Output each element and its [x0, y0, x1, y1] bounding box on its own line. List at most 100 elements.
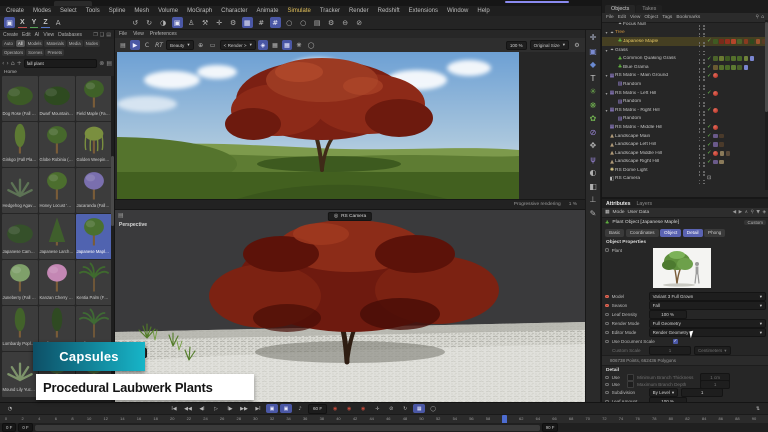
field-icon[interactable]: ✥: [590, 141, 597, 150]
keyframe-dot[interactable]: [605, 340, 609, 344]
material-tag[interactable]: [720, 151, 725, 156]
filter-icon[interactable]: ▼: [756, 210, 760, 215]
add-icon[interactable]: +: [17, 60, 22, 67]
filter-icon[interactable]: ❋: [294, 40, 304, 50]
tree-row-grass[interactable]: ▾⌖Grass: [602, 46, 765, 55]
visibility-dots[interactable]: [699, 25, 701, 27]
grid-icon[interactable]: ▦: [270, 40, 280, 50]
keyframe-dot[interactable]: [605, 331, 609, 335]
back-icon[interactable]: ◀: [733, 210, 737, 215]
visibility-dots[interactable]: [699, 154, 701, 156]
prev-key-button[interactable]: ◀◀: [182, 404, 194, 413]
sound-toggle[interactable]: ♪: [294, 404, 306, 413]
material-tag[interactable]: [719, 65, 724, 70]
browser-layout-icon-0[interactable]: ❐: [93, 32, 97, 38]
current-frame-field[interactable]: 60 F: [308, 404, 327, 414]
asset-tile-field-maple-fall-plant[interactable]: Field Maple (Fall Plant): [76, 76, 112, 121]
menu-tools[interactable]: Tools: [86, 8, 100, 14]
grid-snap-icon[interactable]: ▦: [282, 40, 292, 50]
tree-row-tree[interactable]: ▾⌖Tree: [602, 29, 765, 38]
refresh-icon[interactable]: C: [142, 40, 152, 50]
enabled-check-icon[interactable]: ✓: [707, 56, 712, 62]
next-key-button[interactable]: ▶▶: [238, 404, 250, 413]
asset-tile-globe-robinia-fall-pl[interactable]: Globe Robinia (Fall Pl...: [39, 122, 75, 167]
toolbar-icon-12[interactable]: ○: [298, 17, 309, 28]
mograph-fracture-icon[interactable]: ❋: [590, 101, 597, 110]
autokey-button[interactable]: ◉: [343, 404, 355, 413]
search-icon[interactable]: ⚲: [751, 210, 754, 215]
filter-tab-materials[interactable]: Materials: [44, 40, 65, 47]
tab-attributes[interactable]: Attributes: [606, 201, 631, 207]
frame-icon[interactable]: ▣: [589, 47, 597, 56]
visibility-dots[interactable]: [699, 42, 701, 44]
lock-icon[interactable]: ◈: [762, 210, 766, 215]
material-tag[interactable]: [737, 39, 742, 44]
visibility-dots[interactable]: [699, 111, 701, 113]
visibility-dots[interactable]: [699, 76, 701, 78]
material-tag[interactable]: [713, 56, 718, 61]
toolbar-icon-8[interactable]: ▦: [242, 17, 253, 28]
material-tag[interactable]: [726, 151, 731, 156]
filter-tab-auto[interactable]: Auto: [2, 40, 15, 47]
keyframe-dot[interactable]: [605, 391, 609, 395]
menu-mograph[interactable]: MoGraph: [187, 8, 212, 14]
menu-render[interactable]: Render: [349, 8, 369, 14]
enabled-check-icon[interactable]: ✓: [707, 90, 712, 96]
record-point-button[interactable]: ◯: [427, 404, 439, 413]
visibility-dots[interactable]: [699, 145, 701, 147]
enabled-check-icon[interactable]: ✓: [707, 150, 712, 156]
material-tag[interactable]: [744, 39, 749, 44]
menu-help[interactable]: Help: [477, 8, 489, 14]
menu-create[interactable]: Create: [6, 8, 24, 14]
browser-menu-edit[interactable]: Edit: [22, 32, 31, 38]
material-tag[interactable]: [750, 39, 755, 44]
keyframe-dot[interactable]: [605, 295, 609, 299]
visibility-dots[interactable]: [703, 119, 705, 121]
material-tag[interactable]: [725, 39, 730, 44]
redshift-tag-icon[interactable]: [713, 108, 718, 113]
enabled-check-icon[interactable]: ✓: [707, 124, 712, 130]
custom-button[interactable]: Custom: [744, 220, 766, 225]
visibility-dots[interactable]: [699, 137, 701, 139]
section-tab-object[interactable]: Object: [660, 229, 681, 237]
axis-y-toggle[interactable]: Y: [30, 18, 39, 28]
asset-tile-dwarf-mountain-pine[interactable]: Dwarf Mountain Pine (...: [39, 76, 75, 121]
home-icon[interactable]: ⌂: [11, 60, 15, 67]
axis-system-icon[interactable]: A: [53, 17, 64, 28]
asset-tile-juneberry-fall-plant[interactable]: Juneberry (Fall Plant): [2, 260, 38, 305]
up-icon[interactable]: ∧: [745, 210, 748, 215]
browser-menu-create[interactable]: Create: [3, 32, 18, 38]
editor-mode-dropdown[interactable]: Render Geometry▾: [649, 328, 766, 337]
menu-spline[interactable]: Spline: [109, 8, 126, 14]
material-tag[interactable]: [713, 142, 718, 147]
browser-menu-view[interactable]: View: [43, 32, 54, 38]
material-tag[interactable]: [713, 65, 718, 70]
record-param-button[interactable]: ▦: [413, 404, 425, 413]
filter-tab-presets[interactable]: Presets: [45, 49, 64, 56]
gear-icon[interactable]: ⚙: [572, 40, 582, 50]
filter-tab-operators[interactable]: Operators: [2, 49, 25, 56]
pen-icon[interactable]: ✎: [590, 209, 597, 218]
asset-tile-kanzan-cherry-fall-pl[interactable]: Kanzan Cherry (Fall Pl...: [39, 260, 75, 305]
range-start-field[interactable]: 0 F: [2, 423, 16, 432]
asset-tile-kentia-palm-fall-plant[interactable]: Kentia Palm (Fall Plant): [76, 260, 112, 305]
season-dropdown[interactable]: Fall▾: [649, 301, 766, 310]
mograph-effector-icon[interactable]: ✿: [590, 114, 597, 123]
toolbar-icon-14[interactable]: ⚙: [326, 17, 337, 28]
crop-icon[interactable]: ▭: [208, 40, 218, 50]
toolbar-icon-6[interactable]: ✛: [214, 17, 225, 28]
zoom-level-field[interactable]: 100 %: [506, 41, 527, 50]
section-tab-detail[interactable]: Detail: [683, 229, 703, 237]
tree-row-random[interactable]: ▨Random: [602, 80, 765, 89]
toolbar-icon-15[interactable]: ⊖: [340, 17, 351, 28]
prev-frame-button[interactable]: ◀I: [196, 404, 208, 413]
preview-range-bar[interactable]: [35, 425, 540, 431]
material-tag[interactable]: [731, 56, 736, 61]
play-button[interactable]: ▷: [210, 404, 222, 413]
pv-menu-preferences[interactable]: Preferences: [150, 31, 177, 37]
swap-timeline-icon[interactable]: ⇅: [752, 404, 764, 413]
pv-menu-file[interactable]: File: [119, 31, 127, 37]
material-tag[interactable]: [719, 160, 724, 165]
toolbar-icon-16[interactable]: ⊘: [354, 17, 365, 28]
enabled-check-icon[interactable]: ✓: [707, 142, 712, 148]
